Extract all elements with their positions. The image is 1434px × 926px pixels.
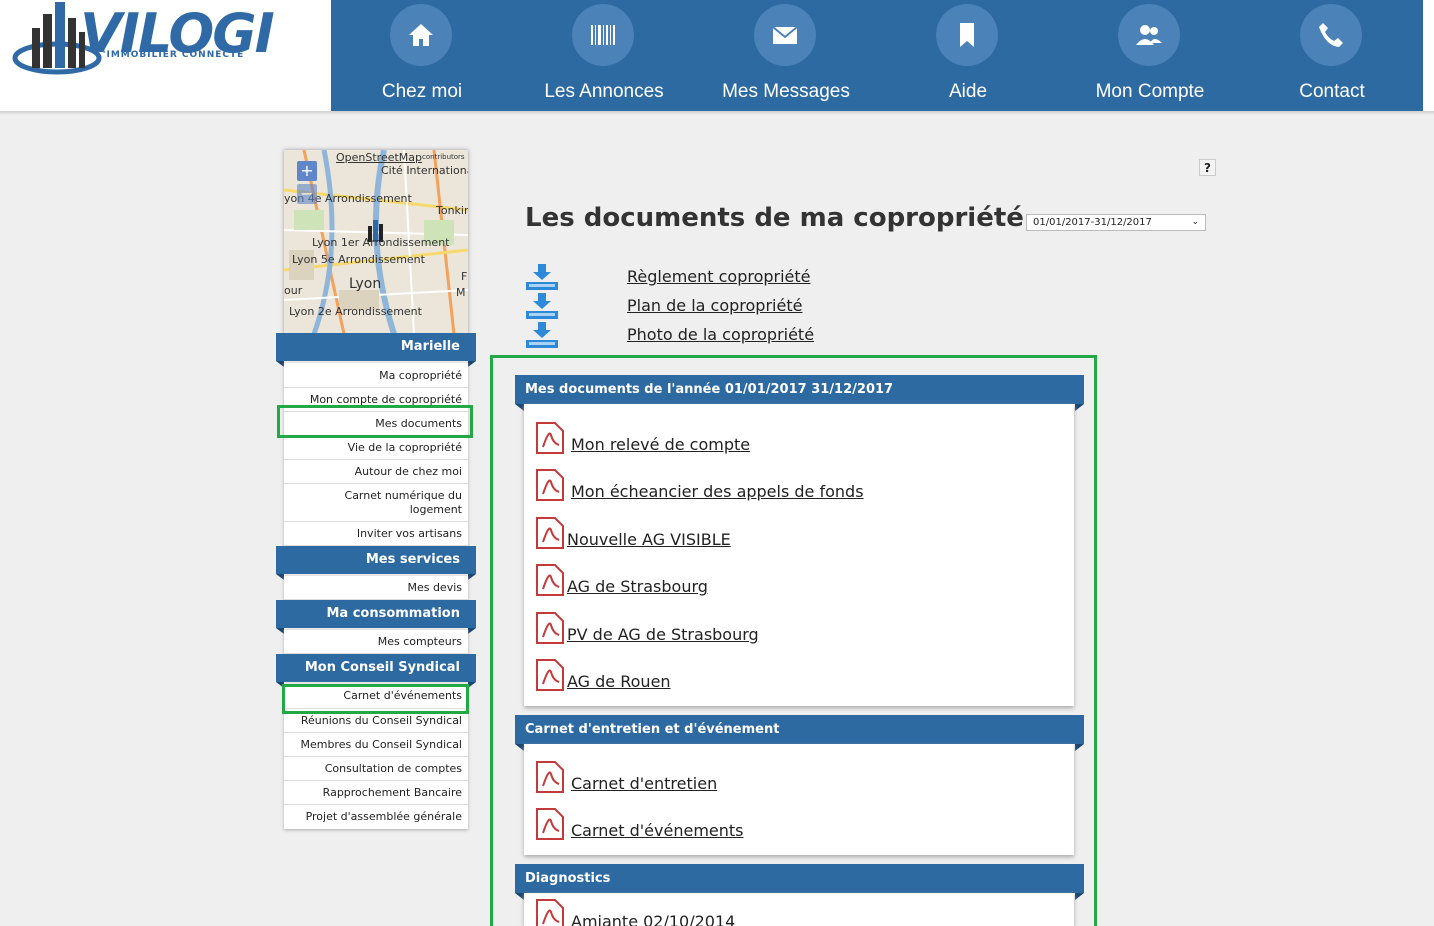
sidebar-item-membres-conseil[interactable]: Membres du Conseil Syndical: [284, 733, 468, 757]
envelope-icon: [772, 26, 798, 44]
phone-icon: [1319, 23, 1343, 47]
sidebar-item-vie-copropriete[interactable]: Vie de la copropriété: [284, 436, 468, 460]
zoom-out-button[interactable]: −: [297, 184, 317, 204]
sidebar-head-ma-consommation: Ma consommation: [276, 600, 476, 634]
highlight-documents-panel: [490, 355, 1097, 926]
map-attribution-suffix: contributors: [422, 153, 465, 161]
nav-chez-moi[interactable]: Chez moi: [331, 0, 513, 111]
users-icon: [1136, 25, 1162, 45]
nav-label: Les Annonces: [544, 81, 664, 102]
sidebar-item-ma-copropriete[interactable]: Ma copropriété: [284, 364, 468, 388]
nav-label: Aide: [948, 81, 988, 102]
download-link[interactable]: Règlement copropriété: [627, 267, 811, 286]
map-label: Tonkin: [436, 204, 468, 217]
map-zoom-controls: + −: [297, 161, 317, 207]
map-label: Lyon 2e Arrondissement: [289, 305, 422, 318]
nav-circle: [1118, 4, 1180, 66]
download-icon: [526, 264, 558, 290]
header: VILOGI L'IMMOBILIER CONNECTÉ Chez moi Le…: [0, 0, 1434, 111]
sidebar-head-mes-services: Mes services: [276, 546, 476, 580]
sidebar-item-carnet-numerique[interactable]: Carnet numérique du logement: [284, 484, 468, 522]
header-shadow: [0, 111, 1434, 115]
nav-circle: [390, 4, 452, 66]
sidebar-head-conseil-syndical: Mon Conseil Syndical: [276, 654, 476, 688]
map-label: Cité Internationa: [381, 164, 468, 177]
nav-label: Mes Messages: [722, 81, 850, 102]
period-select[interactable]: 01/01/2017-31/12/2017 ⌄: [1026, 214, 1206, 231]
map-label: F: [461, 270, 468, 283]
main-nav: Chez moi Les Annonces Mes Messages Aide: [331, 0, 1423, 111]
help-button[interactable]: ?: [1199, 159, 1216, 176]
period-select-value: 01/01/2017-31/12/2017: [1033, 217, 1152, 228]
nav-contact[interactable]: Contact: [1241, 0, 1423, 111]
zoom-in-button[interactable]: +: [297, 161, 317, 181]
map-label: our: [284, 284, 303, 297]
nav-label: Mon Compte: [1095, 81, 1205, 102]
sidebar-item-inviter-artisans[interactable]: Inviter vos artisans: [284, 522, 468, 546]
logo[interactable]: VILOGI L'IMMOBILIER CONNECTÉ: [0, 0, 331, 111]
nav-circle: [936, 4, 998, 66]
sidebar-item-mes-compteurs[interactable]: Mes compteurs: [284, 630, 468, 654]
nav-label: Chez moi: [381, 81, 463, 102]
highlight-mes-documents: [277, 405, 473, 438]
nav-label: Contact: [1299, 81, 1365, 102]
chevron-down-icon: ⌄: [1191, 217, 1199, 227]
sidebar-item-rapprochement-bancaire[interactable]: Rapprochement Bancaire: [284, 781, 468, 805]
map-label: M: [456, 286, 466, 299]
sidebar-head-marielle: Marielle: [276, 333, 476, 367]
nav-circle: [572, 4, 634, 66]
nav-mon-compte[interactable]: Mon Compte: [1059, 0, 1241, 111]
map-label: Lyon: [349, 276, 382, 292]
nav-circle: [1300, 4, 1362, 66]
nav-mes-messages[interactable]: Mes Messages: [695, 0, 877, 111]
sidebar-item-autour-de-chez-moi[interactable]: Autour de chez moi: [284, 460, 468, 484]
highlight-carnet-evenements: [282, 684, 469, 714]
download-link[interactable]: Plan de la copropriété: [627, 296, 802, 315]
map-attribution[interactable]: OpenStreetMap: [336, 151, 422, 164]
map-label: Lyon 5e Arrondissement: [292, 253, 425, 266]
barcode-icon: [591, 25, 615, 45]
map-label: Lyon 1er Arrondissement: [312, 236, 450, 249]
home-icon: [409, 24, 433, 46]
sidebar-item-mes-devis[interactable]: Mes devis: [284, 576, 468, 600]
nav-les-annonces[interactable]: Les Annonces: [513, 0, 695, 111]
nav-aide[interactable]: Aide: [877, 0, 1059, 111]
nav-circle: [754, 4, 816, 66]
logo-tagline: L'IMMOBILIER CONNECTÉ: [96, 50, 245, 60]
download-icon: [526, 322, 558, 348]
download-icon: [526, 293, 558, 319]
sidebar-item-projet-ag[interactable]: Projet d'assemblée générale: [284, 805, 468, 829]
sidebar-item-consultation-comptes[interactable]: Consultation de comptes: [284, 757, 468, 781]
page-title: Les documents de ma copropriété: [525, 203, 1024, 233]
bookmark-icon: [960, 23, 974, 47]
download-link[interactable]: Photo de la copropriété: [627, 325, 814, 344]
